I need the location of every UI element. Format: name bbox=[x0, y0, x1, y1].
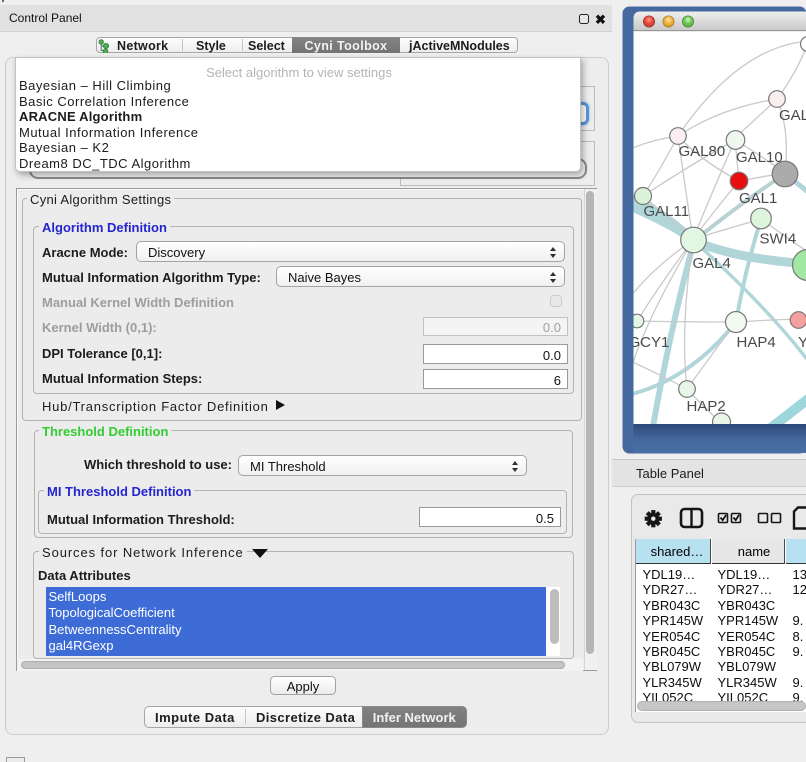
svg-text:GAL80: GAL80 bbox=[679, 143, 726, 160]
svg-text:HAP4: HAP4 bbox=[737, 334, 776, 351]
svg-text:Y: Y bbox=[798, 334, 806, 351]
svg-text:HAP2: HAP2 bbox=[687, 398, 726, 415]
svg-text:GAL7: GAL7 bbox=[779, 107, 806, 124]
svg-text:GAL4: GAL4 bbox=[693, 255, 731, 272]
svg-text:GAL10: GAL10 bbox=[736, 149, 783, 166]
svg-text:SWI4: SWI4 bbox=[760, 231, 797, 248]
svg-text:GAL1: GAL1 bbox=[739, 190, 777, 207]
svg-text:GAL11: GAL11 bbox=[644, 203, 690, 220]
svg-text:GCY1: GCY1 bbox=[629, 334, 670, 351]
